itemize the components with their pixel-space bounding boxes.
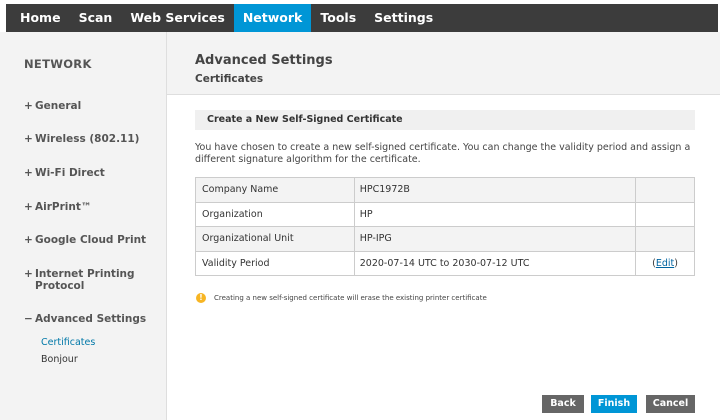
tab-tools[interactable]: Tools	[311, 4, 365, 32]
expand-icon: +	[24, 133, 33, 145]
table-row: Organizational Unit HP-IPG	[195, 226, 695, 252]
tab-web-services[interactable]: Web Services	[121, 4, 234, 32]
warning-icon: !	[196, 293, 206, 303]
row-action	[635, 226, 695, 252]
row-label: Organization	[195, 201, 355, 227]
expand-icon: +	[24, 201, 33, 213]
section-description: You have chosen to create a new self-sig…	[195, 142, 691, 165]
back-button[interactable]: Back	[542, 395, 584, 413]
sidebar-item-wireless[interactable]: + Wireless (802.11)	[24, 133, 159, 145]
sidebar-item-ipp[interactable]: + Internet Printing Protocol	[24, 268, 159, 292]
row-label: Validity Period	[195, 250, 355, 276]
row-value: HPC1972B	[353, 177, 637, 203]
sidebar-item-label: AirPrint™	[35, 201, 92, 213]
row-value: HP-IPG	[353, 226, 637, 252]
tab-settings[interactable]: Settings	[365, 4, 442, 32]
edit-validity-link[interactable]: Edit	[656, 258, 674, 269]
nav-bar: Home Scan Web Services Network Tools Set…	[6, 4, 718, 32]
finish-button[interactable]: Finish	[591, 395, 637, 413]
sidebar-item-label: Wireless (802.11)	[35, 133, 140, 145]
page-title: Advanced Settings	[195, 53, 333, 68]
top-navigation: Home Scan Web Services Network Tools Set…	[0, 0, 720, 32]
warning-text: Creating a new self-signed certificate w…	[214, 294, 487, 302]
sidebar-item-label: Wi-Fi Direct	[35, 167, 105, 179]
row-label: Company Name	[195, 177, 355, 203]
row-label: Organizational Unit	[195, 226, 355, 252]
tab-scan[interactable]: Scan	[70, 4, 122, 32]
page-subtitle: Certificates	[195, 73, 264, 85]
section-header: Create a New Self-Signed Certificate	[195, 110, 695, 130]
sidebar-item-google-cloud-print[interactable]: + Google Cloud Print	[24, 234, 159, 246]
paren-close: )	[674, 257, 678, 269]
tab-home[interactable]: Home	[6, 4, 70, 32]
sidebar-item-advanced-settings[interactable]: − Advanced Settings	[24, 313, 159, 325]
cancel-button[interactable]: Cancel	[646, 395, 695, 413]
sidebar-item-label: General	[35, 100, 82, 112]
row-action: (Edit)	[635, 250, 695, 276]
sidebar-item-label: Advanced Settings	[35, 313, 147, 325]
expand-icon: +	[24, 100, 33, 112]
row-value: 2020-07-14 UTC to 2030-07-12 UTC	[353, 250, 637, 276]
sidebar: NETWORK + General + Wireless (802.11) + Wi-…	[0, 32, 167, 420]
section-title: Create a New Self-Signed Certificate	[207, 114, 403, 125]
sidebar-title: NETWORK	[24, 57, 92, 71]
row-value: HP	[353, 201, 637, 227]
table-row: Organization HP	[195, 201, 695, 227]
table-row: Company Name HPC1972B	[195, 177, 695, 203]
warning-note: ! Creating a new self-signed certificate…	[196, 293, 487, 303]
sidebar-item-label: Internet Printing	[35, 268, 135, 280]
certificate-table: Company Name HPC1972B Organization HP Or…	[195, 177, 695, 276]
collapse-icon: −	[24, 313, 33, 325]
sidebar-item-wifi-direct[interactable]: + Wi-Fi Direct	[24, 167, 159, 179]
sidebar-item-label: Google Cloud Print	[35, 234, 147, 246]
row-action	[635, 177, 695, 203]
sidebar-subitem-bonjour[interactable]: Bonjour	[41, 354, 78, 365]
sidebar-item-general[interactable]: + General	[24, 100, 159, 112]
sidebar-item-airprint[interactable]: + AirPrint™	[24, 201, 159, 213]
row-action	[635, 201, 695, 227]
table-row: Validity Period 2020-07-14 UTC to 2030-0…	[195, 250, 695, 276]
expand-icon: +	[24, 268, 33, 280]
expand-icon: +	[24, 234, 33, 246]
sidebar-subitem-certificates[interactable]: Certificates	[41, 337, 95, 348]
sidebar-item-label: Protocol	[35, 280, 85, 292]
tab-network[interactable]: Network	[233, 4, 312, 32]
page-header: Advanced Settings Certificates	[167, 32, 720, 95]
expand-icon: +	[24, 167, 33, 179]
